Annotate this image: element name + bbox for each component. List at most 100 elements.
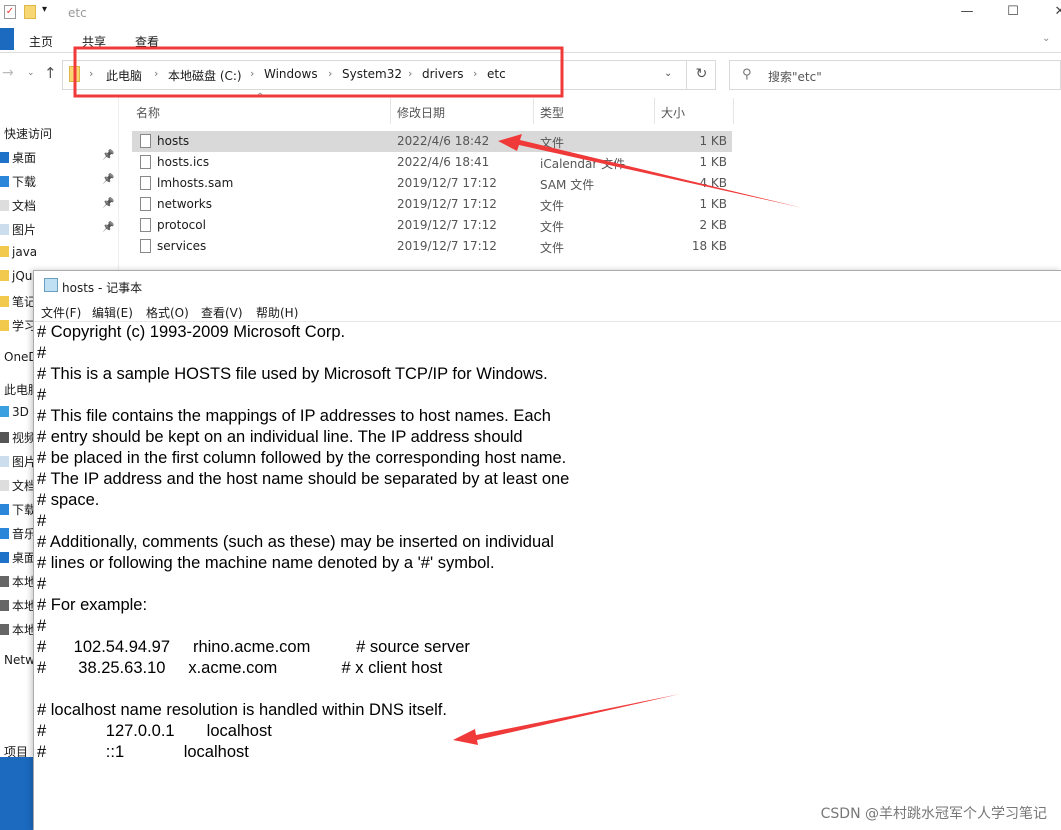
file-name: hosts.ics (157, 155, 210, 169)
notepad-icon (44, 278, 58, 292)
sidebar-item[interactable]: 图片 (0, 453, 36, 470)
drive-icon (0, 600, 9, 611)
text-line: # The IP address and the host name shoul… (37, 470, 570, 488)
tab-share[interactable]: 共享 (82, 33, 106, 50)
download-icon (0, 504, 9, 515)
sidebar-item[interactable]: 文档 (0, 477, 36, 494)
minimize-button[interactable]: — (957, 4, 977, 20)
sidebar-item-label: 桌面 (12, 151, 37, 165)
menu-view[interactable]: 查看(V) (201, 304, 243, 321)
tab-view[interactable]: 查看 (135, 33, 159, 50)
tab-home[interactable]: 主页 (29, 33, 53, 50)
sidebar-item[interactable]: 桌面 (0, 549, 36, 566)
file-size: 1 KB (699, 197, 727, 211)
crumb-c-drive[interactable]: 本地磁盘 (C:) (168, 67, 242, 84)
file-size: 1 KB (699, 155, 727, 169)
address-dropdown-icon[interactable]: ⌄ (664, 68, 672, 79)
file-row[interactable]: hosts 2022/4/6 18:42 文件 1 KB (132, 131, 732, 152)
download-icon (0, 176, 9, 187)
sidebar-item[interactable]: 本地 (0, 573, 36, 590)
file-name: hosts (157, 134, 190, 148)
sidebar-item[interactable]: 本地 (0, 597, 36, 614)
file-type: 文件 (540, 136, 565, 150)
watermark: CSDN @羊村跳水冠军个人学习笔记 (820, 806, 1047, 822)
column-size[interactable]: 大小 (661, 104, 685, 121)
column-name[interactable]: 名称 (136, 104, 160, 121)
sidebar-item[interactable]: 快速访问 (4, 125, 52, 142)
file-date: 2019/12/7 17:12 (397, 197, 497, 211)
menu-format[interactable]: 格式(O) (146, 304, 189, 321)
file-type: 文件 (540, 199, 565, 213)
drive-icon (0, 624, 9, 635)
file-row[interactable]: networks 2019/12/7 17:12 文件 1 KB (132, 194, 732, 215)
text-line: # For example: (37, 596, 148, 614)
crumb-windows[interactable]: Windows (264, 67, 318, 81)
text-editor[interactable]: # Copyright (c) 1993-2009 Microsoft Corp… (37, 322, 569, 763)
text-line: # (37, 344, 47, 362)
sidebar-item[interactable]: 下载 (0, 501, 36, 518)
file-date: 2019/12/7 17:12 (397, 239, 497, 253)
text-line: # (37, 575, 47, 593)
menu-edit[interactable]: 编辑(E) (92, 304, 133, 321)
recent-locations-icon[interactable]: ⌄ (27, 68, 35, 78)
crumb-system32[interactable]: System32 (342, 67, 402, 81)
search-icon: ⚲ (742, 67, 752, 82)
text-line: # This is a sample HOSTS file used by Mi… (37, 365, 548, 383)
file-type: 文件 (540, 220, 565, 234)
close-button[interactable]: ✕ (1050, 4, 1061, 20)
file-size: 1 KB (699, 134, 727, 148)
quick-access-dropdown-icon[interactable]: ▾ (42, 4, 47, 15)
file-icon (140, 155, 151, 169)
menu-file[interactable]: 文件(F) (41, 304, 81, 321)
video-icon (0, 432, 9, 443)
column-date[interactable]: 修改日期 (397, 104, 445, 121)
file-size: 18 KB (691, 239, 727, 253)
expand-ribbon-icon[interactable]: ⌄ (1042, 33, 1050, 44)
column-type[interactable]: 类型 (540, 104, 564, 121)
new-folder-icon[interactable] (24, 5, 36, 19)
sidebar-item[interactable]: 下载 (0, 173, 36, 190)
file-icon (140, 218, 151, 232)
file-tab[interactable] (0, 28, 14, 50)
crumb-this-pc[interactable]: 此电脑 (106, 67, 142, 84)
file-name: services (157, 239, 207, 253)
file-date: 2019/12/7 17:12 (397, 218, 497, 232)
sidebar-item[interactable]: Netw (4, 653, 35, 667)
desktop-icon (0, 152, 9, 163)
text-line: # (37, 617, 47, 635)
search-input[interactable]: ⚲ 搜索"etc" (729, 60, 1061, 90)
file-row[interactable]: protocol 2019/12/7 17:12 文件 2 KB (132, 215, 732, 236)
file-type: 文件 (540, 241, 565, 255)
sidebar-item[interactable]: 桌面 (0, 149, 36, 166)
3d-icon (0, 406, 9, 417)
file-name: protocol (157, 218, 206, 232)
properties-icon[interactable]: ✓ (4, 5, 16, 19)
file-size: 2 KB (699, 218, 727, 232)
sidebar-item[interactable]: 图片 (0, 221, 36, 238)
pin-icon[interactable]: 📌 (102, 174, 114, 185)
crumb-etc[interactable]: etc (487, 67, 506, 81)
explorer-title-bar: ✓ ▾ etc — ☐ ✕ (0, 0, 1061, 25)
sidebar-item[interactable]: 音乐 (0, 525, 36, 542)
sidebar-item[interactable]: 笔记 (0, 293, 36, 310)
maximize-button[interactable]: ☐ (1003, 4, 1023, 20)
refresh-button[interactable]: ↻ (686, 60, 716, 90)
crumb-drivers[interactable]: drivers (422, 67, 464, 81)
up-icon[interactable]: ↑ (44, 64, 57, 82)
pin-icon[interactable]: 📌 (102, 198, 114, 209)
pin-icon[interactable]: 📌 (102, 150, 114, 161)
file-row[interactable]: lmhosts.sam 2019/12/7 17:12 SAM 文件 4 KB (132, 173, 732, 194)
sidebar-item[interactable]: 视频 (0, 429, 36, 446)
sidebar-item[interactable]: 学习 (0, 317, 36, 334)
sidebar-item[interactable]: 本地 (0, 621, 36, 638)
sidebar-item[interactable]: java (0, 245, 37, 259)
sidebar-item[interactable]: 文档 (0, 197, 36, 214)
file-row[interactable]: services 2019/12/7 17:12 文件 18 KB (132, 236, 732, 257)
forward-icon[interactable]: → (2, 65, 14, 81)
pin-icon[interactable]: 📌 (102, 222, 114, 233)
sidebar-item[interactable]: 3D (0, 405, 29, 419)
document-icon (0, 480, 9, 491)
file-row[interactable]: hosts.ics 2022/4/6 18:41 iCalendar 文件 1 … (132, 152, 732, 173)
file-date: 2022/4/6 18:41 (397, 155, 490, 169)
menu-help[interactable]: 帮助(H) (256, 304, 298, 321)
